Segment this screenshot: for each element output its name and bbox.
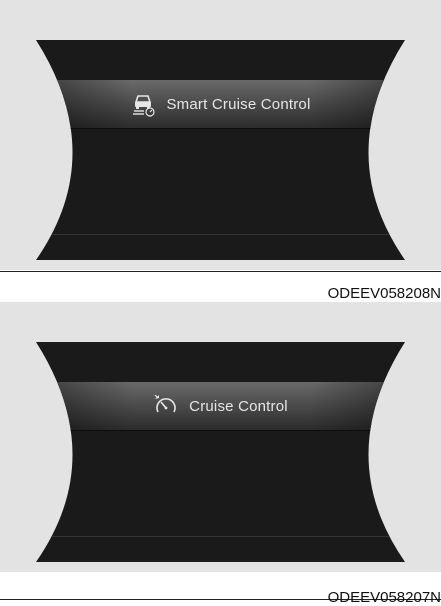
smart-cruise-control-icon <box>130 91 156 117</box>
cruise-control-icon <box>153 393 179 419</box>
display-screen <box>36 40 405 260</box>
figure-divider <box>0 271 441 272</box>
figure-caption: ODEEV058208N <box>327 285 441 302</box>
menu-item-cruise-control: Cruise Control <box>0 382 441 430</box>
display-screen <box>36 342 405 562</box>
cluster-display-cruise: Cruise Control <box>0 302 441 572</box>
menu-item-label: Smart Cruise Control <box>166 95 311 113</box>
menu-item-label: Cruise Control <box>189 397 288 415</box>
figure-caption: ODEEV058207N <box>327 589 441 606</box>
menu-item-smart-cruise-control: Smart Cruise Control <box>0 80 441 128</box>
cluster-display-smart-cruise: Smart Cruise Control <box>0 0 441 270</box>
